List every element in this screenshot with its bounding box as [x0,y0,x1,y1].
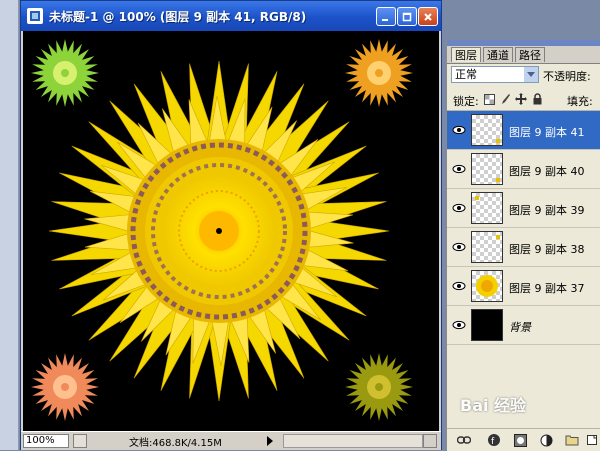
main-sunflower [48,60,390,402]
left-ruler-strip [0,0,19,450]
new-layer-icon[interactable] [585,433,599,447]
panel-tabs: 图层 通道 路径 [447,46,600,64]
blend-row: 正常 不透明度: [447,64,600,86]
status-arrow-icon[interactable] [265,435,275,447]
layer-name: 图层 9 副本 39 [509,204,585,217]
layer-thumbnail [471,153,503,185]
minimize-icon [382,18,388,21]
blend-mode-select[interactable]: 正常 [451,66,539,83]
layer-name: 图层 9 副本 38 [509,243,585,256]
flower-artwork [31,39,413,421]
layers-panel-footer: f [447,428,600,451]
layer-row[interactable]: 图层 9 副本 40 [447,150,600,189]
document-window: 未标题-1 @ 100% (图层 9 副本 41, RGB/8) 100% 文档… [20,0,442,450]
horizontal-scrollbar[interactable] [283,434,423,448]
opacity-label: 不透明度: [543,70,591,83]
eye-icon[interactable] [451,318,467,332]
document-size-info: 文档:468.8K/4.15M [129,438,222,449]
eye-icon[interactable] [451,201,467,215]
status-menu-button[interactable] [73,434,87,448]
mask-icon[interactable] [513,433,527,447]
layer-thumbnail [471,192,503,224]
olive-corner-flower [345,353,413,421]
salmon-corner-flower [31,353,99,421]
tab-layers[interactable]: 图层 [451,47,481,62]
lock-label: 锁定: [453,95,479,108]
lock-row: 锁定: 填充: [447,88,600,111]
layer-row[interactable]: 图层 9 副本 41 [447,111,600,150]
layer-thumbnail [471,114,503,146]
layer-thumbnail [471,309,503,341]
close-button[interactable] [418,7,438,26]
eye-icon[interactable] [451,162,467,176]
layer-row[interactable]: 背景 [447,306,600,345]
maximize-icon [402,12,412,21]
scroll-right-button[interactable] [423,434,437,448]
layer-name: 背景 [509,321,531,334]
zoom-level-field[interactable]: 100% [23,434,69,448]
close-icon [424,12,432,21]
photoshop-doc-icon [27,8,43,24]
eye-icon[interactable] [451,123,467,137]
layer-name: 图层 9 副本 40 [509,165,585,178]
lock-move-icon[interactable] [515,93,527,105]
document-title: 未标题-1 @ 100% (图层 9 副本 41, RGB/8) [49,10,307,24]
layer-thumbnail [471,231,503,263]
folder-icon[interactable] [565,433,579,447]
lock-transparent-icon[interactable] [483,93,495,105]
layer-thumbnail [471,270,503,302]
lock-brush-icon[interactable] [499,93,511,105]
document-statusbar: 100% 文档:468.8K/4.15M [21,431,441,450]
layers-list: 图层 9 副本 41 图层 9 副本 40 图层 9 副本 39 图层 9 副本… [447,111,600,423]
eye-icon[interactable] [451,240,467,254]
orange-corner-flower [345,39,413,107]
blend-mode-value: 正常 [455,68,477,81]
tab-channels[interactable]: 通道 [483,47,513,62]
layer-row[interactable]: 图层 9 副本 37 [447,267,600,306]
layer-row[interactable]: 图层 9 副本 38 [447,228,600,267]
green-corner-flower [31,39,99,107]
layers-panel: 图层 通道 路径 正常 不透明度: 锁定: 填充: 图层 9 副本 41 图层 … [446,40,600,451]
eye-icon[interactable] [451,279,467,293]
minimize-button[interactable] [376,7,396,26]
fill-label: 填充: [567,95,593,108]
layer-name: 图层 9 副本 37 [509,282,585,295]
tab-paths[interactable]: 路径 [515,47,545,62]
baidu-watermark: Bai 经验 [460,396,527,415]
adjustment-icon[interactable] [539,433,553,447]
layer-row[interactable]: 图层 9 副本 39 [447,189,600,228]
chevron-down-icon[interactable] [524,67,538,82]
lock-all-icon[interactable] [531,93,543,105]
maximize-button[interactable] [397,7,417,26]
layer-name: 图层 9 副本 41 [509,126,585,139]
link-icon[interactable] [457,433,471,447]
image-canvas[interactable] [23,31,439,431]
document-titlebar[interactable]: 未标题-1 @ 100% (图层 9 副本 41, RGB/8) [21,1,441,31]
fx-icon[interactable]: f [487,433,501,447]
